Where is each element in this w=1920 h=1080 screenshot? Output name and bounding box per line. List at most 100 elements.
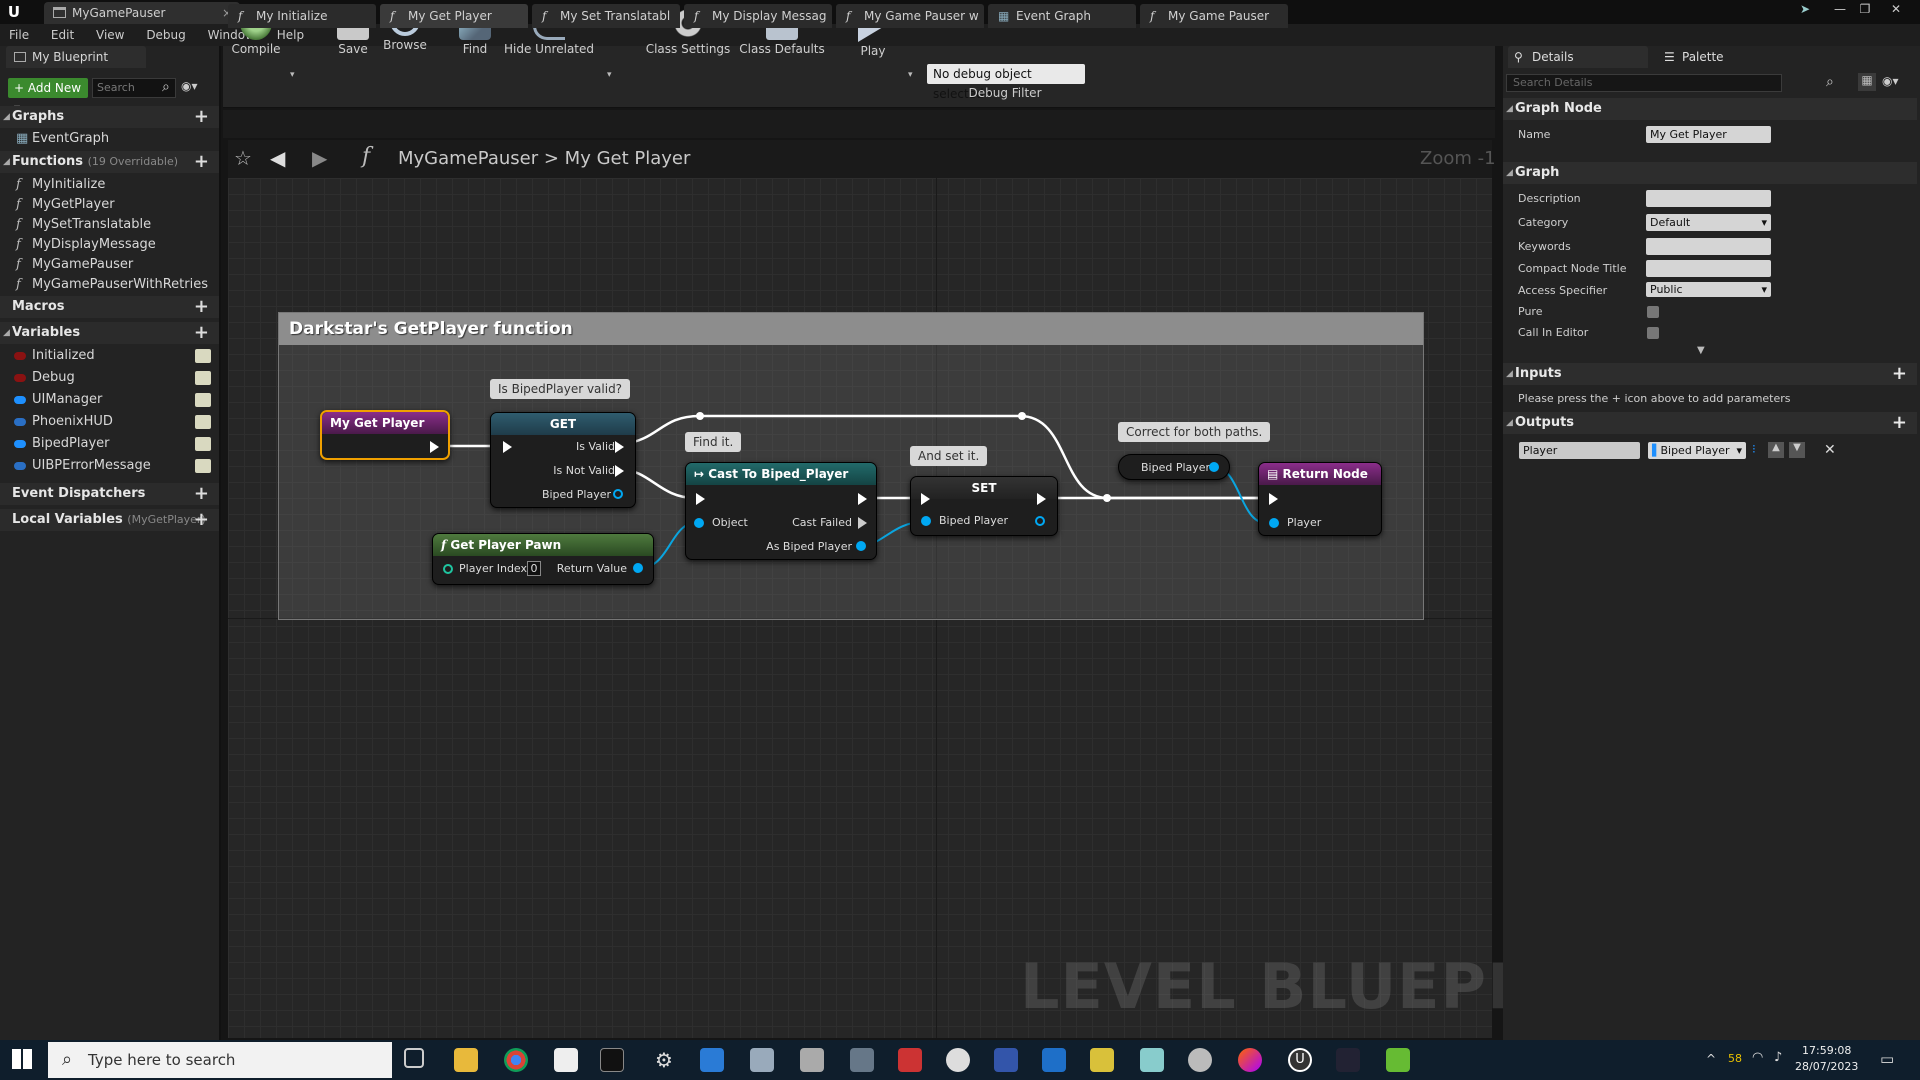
return-node[interactable]: ▤ Return Node Player — [1258, 462, 1382, 536]
tray-chevron-up-icon[interactable]: ^ — [1706, 1052, 1716, 1066]
return-node-header: ▤ Return Node — [1259, 463, 1381, 485]
app-icon[interactable] — [1090, 1048, 1114, 1072]
set-biped-player-node[interactable]: SET Biped Player — [910, 476, 1058, 536]
compact-node-title-field[interactable] — [1646, 260, 1771, 277]
app-icon[interactable] — [1336, 1048, 1360, 1072]
graph-section[interactable]: ◢ Graph — [1503, 162, 1917, 184]
app-icon[interactable] — [800, 1048, 824, 1072]
exec-in-pin[interactable] — [696, 493, 705, 505]
comment-bubble[interactable]: Find it. — [685, 432, 742, 452]
outputs-section[interactable]: ◢ Outputs + — [1503, 412, 1917, 434]
app-icon[interactable] — [946, 1048, 970, 1072]
app-icon[interactable] — [700, 1048, 724, 1072]
node-name-field[interactable]: My Get Player — [1646, 126, 1771, 143]
file-explorer-icon[interactable] — [454, 1048, 478, 1072]
function-entry-node[interactable]: My Get Player — [320, 410, 450, 460]
app-icon[interactable] — [1042, 1048, 1066, 1072]
description-field[interactable] — [1646, 190, 1771, 207]
is-not-valid-exec-pin[interactable] — [615, 465, 624, 477]
keywords-field[interactable] — [1646, 238, 1771, 255]
exec-out-pin[interactable] — [858, 493, 867, 505]
move-down-icon[interactable]: ▼ — [1789, 442, 1805, 458]
details-tab-label: Details — [1532, 50, 1574, 64]
get-player-pawn-node[interactable]: f Get Player Pawn Player Index 0 Return … — [432, 533, 654, 585]
biped-player-variable-node[interactable]: Biped Player — [1118, 454, 1230, 480]
windows-start-icon[interactable] — [12, 1049, 32, 1069]
property-matrix-icon[interactable]: ▦ — [1858, 73, 1876, 91]
network-icon[interactable]: ◠ — [1752, 1050, 1763, 1065]
view-options-eye-icon[interactable]: ◉▾ — [1882, 74, 1899, 88]
access-specifier-select[interactable]: Public ▾ — [1646, 282, 1771, 297]
call-in-editor-label: Call In Editor — [1518, 326, 1589, 339]
call-in-editor-checkbox[interactable] — [1647, 327, 1659, 339]
clock[interactable]: 17:59:08 28/07/2023 — [1795, 1043, 1858, 1075]
player-index-pin[interactable] — [443, 564, 453, 574]
exec-in-pin[interactable] — [921, 493, 930, 505]
expand-advanced-chevron-icon[interactable]: ▼ — [1697, 345, 1705, 356]
output-type-select[interactable]: ▌Biped Player ▾ — [1648, 442, 1746, 459]
description-label: Description — [1518, 192, 1581, 205]
settings-gear-icon[interactable]: ⚙ — [652, 1048, 676, 1072]
terminal-icon[interactable] — [600, 1048, 624, 1072]
add-input-icon[interactable]: + — [1892, 363, 1907, 385]
unreal-engine-icon[interactable]: U — [1288, 1048, 1312, 1072]
cast-failed-exec-pin[interactable] — [858, 517, 867, 529]
as-biped-player-out-pin[interactable] — [856, 541, 866, 551]
access-specifier-value: Public — [1650, 283, 1683, 296]
move-up-icon[interactable]: ▲ — [1768, 442, 1784, 458]
volume-icon[interactable]: ♪ — [1774, 1050, 1782, 1065]
output-name-field[interactable]: Player — [1519, 442, 1640, 459]
remove-output-icon[interactable]: ✕ — [1824, 442, 1836, 458]
exec-out-pin[interactable] — [430, 441, 439, 453]
tab-details[interactable]: ⚲ Details — [1508, 46, 1648, 68]
object-in-pin[interactable] — [694, 518, 704, 528]
app-icon[interactable] — [994, 1048, 1018, 1072]
taskbar-search-input[interactable]: ⌕ Type here to search — [48, 1042, 392, 1078]
app-icon[interactable] — [1140, 1048, 1164, 1072]
biped-player-in-pin[interactable] — [921, 516, 931, 526]
app-icon[interactable] — [1188, 1048, 1212, 1072]
compact-node-title-label: Compact Node Title — [1518, 262, 1627, 275]
inputs-hint: Please press the + icon above to add par… — [1518, 392, 1791, 405]
task-view-icon[interactable] — [404, 1048, 424, 1068]
app-icon[interactable] — [750, 1048, 774, 1072]
graph-node-section[interactable]: ◢ Graph Node — [1503, 98, 1917, 120]
biped-player-out-pin[interactable] — [1035, 516, 1045, 526]
exec-in-pin[interactable] — [1269, 493, 1278, 505]
add-output-icon[interactable]: + — [1892, 412, 1907, 434]
app-icon[interactable] — [1386, 1048, 1410, 1072]
exec-in-pin[interactable] — [503, 441, 512, 453]
object-pin-label: Object — [712, 516, 748, 529]
search-details-placeholder: Search Details — [1513, 76, 1593, 89]
biped-player-out-pin[interactable] — [1209, 462, 1219, 472]
is-valid-exec-pin[interactable] — [615, 441, 624, 453]
cast-to-biped-player-node[interactable]: ↦ Cast To Biped_Player Object Cast Faile… — [685, 462, 877, 560]
notifications-icon[interactable]: ▭ — [1880, 1050, 1894, 1068]
pass-by-reference-icon[interactable]: ⁝ — [1752, 442, 1756, 456]
comment-bubble[interactable]: Is BipedPlayer valid? — [490, 379, 631, 399]
return-value-out-pin[interactable] — [633, 563, 643, 573]
inputs-section[interactable]: ◢ Inputs + — [1503, 363, 1917, 385]
comment-bubble[interactable]: And set it. — [910, 446, 988, 466]
return-value-label: Return Value — [556, 562, 627, 575]
player-index-input[interactable]: 0 — [527, 561, 541, 576]
pure-checkbox[interactable] — [1647, 306, 1659, 318]
category-select[interactable]: Default ▾ — [1646, 214, 1771, 231]
output-type-value: Biped Player — [1660, 444, 1730, 457]
notepad-icon[interactable] — [554, 1048, 578, 1072]
get-node-title: GET — [549, 417, 577, 431]
tab-palette[interactable]: ☰ Palette — [1658, 46, 1798, 68]
validated-get-node[interactable]: GET Is Valid Is Not Valid Biped Player — [490, 412, 636, 508]
app-icon[interactable] — [898, 1048, 922, 1072]
exec-out-pin[interactable] — [1037, 493, 1046, 505]
app-icon[interactable] — [1238, 1048, 1262, 1072]
get-node-header: GET — [491, 413, 635, 435]
player-in-pin[interactable] — [1269, 518, 1279, 528]
biped-player-out-pin[interactable] — [613, 489, 623, 499]
search-details-input[interactable]: Search Details — [1506, 74, 1782, 92]
player-index-label: Player Index — [459, 562, 528, 575]
chrome-icon[interactable] — [504, 1048, 528, 1072]
reroute-node — [1103, 494, 1111, 502]
comment-bubble[interactable]: Correct for both paths. — [1118, 422, 1271, 442]
app-icon[interactable] — [850, 1048, 874, 1072]
